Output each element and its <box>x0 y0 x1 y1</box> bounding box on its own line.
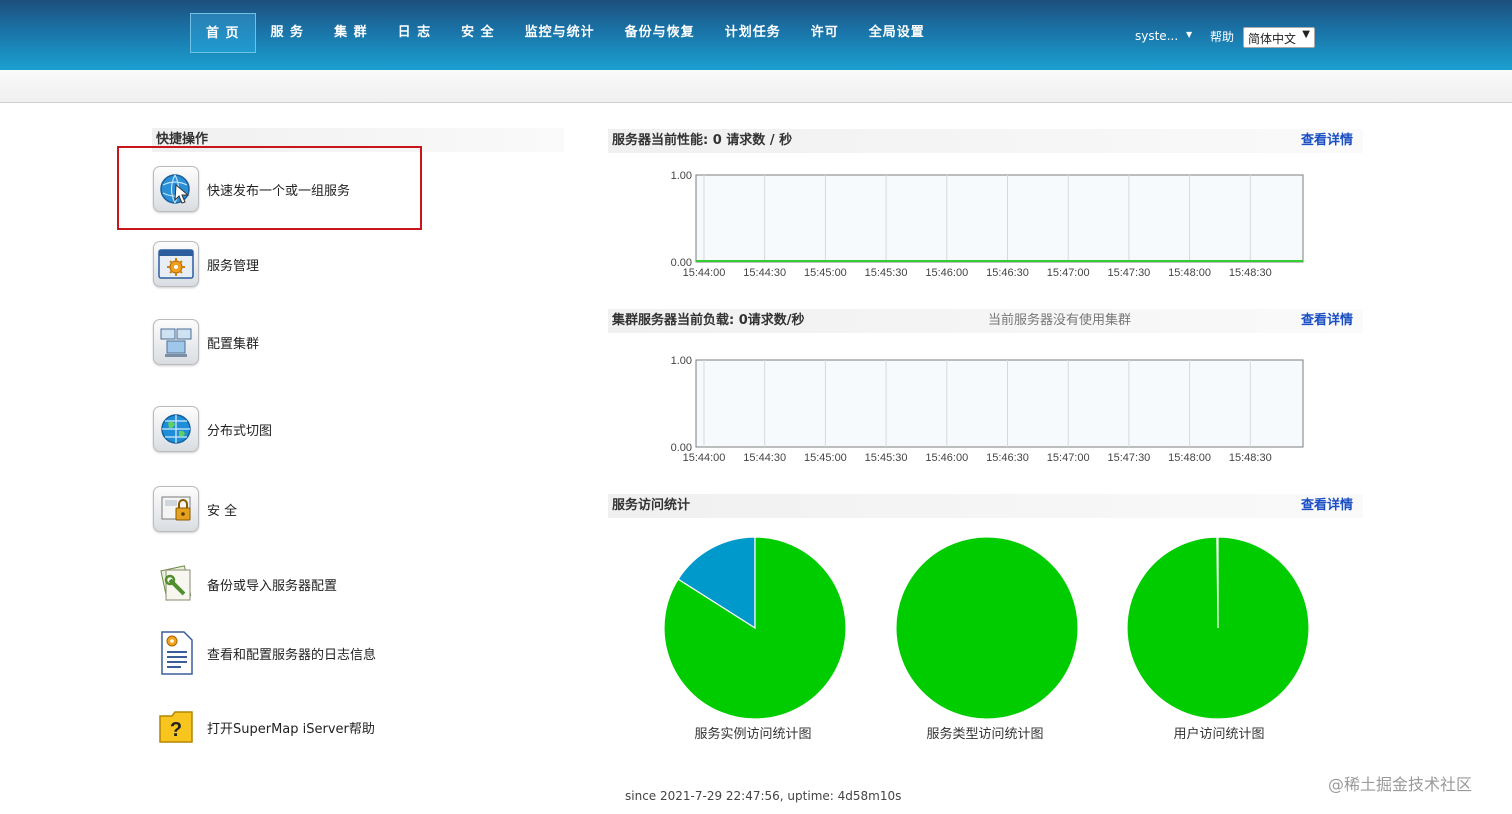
lock-security-icon <box>153 486 199 532</box>
x-tick-label: 15:44:30 <box>743 267 786 279</box>
nav-home[interactable]: 首 页 <box>190 13 256 53</box>
x-tick-label: 15:46:00 <box>925 267 968 279</box>
quick-item-label: 打开SuperMap iServer帮助 <box>207 721 375 737</box>
language-select[interactable]: 简体中文 ▼ <box>1243 27 1315 48</box>
cluster-status-note: 当前服务器没有使用集群 <box>988 313 1132 328</box>
help-link[interactable]: 帮助 <box>1210 28 1234 45</box>
x-tick-label: 15:47:30 <box>1107 452 1150 464</box>
nav-backup[interactable]: 备份与恢复 <box>610 13 710 53</box>
quick-distributed-tiling[interactable]: 分布式切图 <box>153 406 272 452</box>
quick-item-label: 分布式切图 <box>207 423 273 439</box>
x-tick-label: 15:45:00 <box>804 267 847 279</box>
watermark: @稀土掘金技术社区 <box>1328 775 1473 794</box>
service-instance-pie-label: 服务实例访问统计图 <box>694 727 812 742</box>
service-stats-header: 服务访问统计 查看详情 <box>608 494 1363 518</box>
language-value: 简体中文 <box>1248 32 1297 46</box>
quick-backup-config[interactable]: 备份或导入服务器配置 <box>153 561 337 607</box>
x-tick-label: 15:48:00 <box>1168 452 1211 464</box>
quick-item-label: 备份或导入服务器配置 <box>207 578 338 594</box>
svg-text:?: ? <box>170 719 182 741</box>
pie-slice <box>1126 536 1310 720</box>
nav-monitoring[interactable]: 监控与统计 <box>510 13 610 53</box>
quick-view-logs[interactable]: 查看和配置服务器的日志信息 <box>153 630 376 676</box>
nav-services[interactable]: 服 务 <box>256 13 320 53</box>
x-tick-label: 15:48:30 <box>1229 452 1272 464</box>
service-instance-pie <box>663 535 847 721</box>
cluster-load-title: 集群服务器当前负载: 0请求数/秒 <box>612 313 805 328</box>
quick-service-management[interactable]: 服务管理 <box>153 241 259 287</box>
x-tick-label: 15:47:30 <box>1107 267 1150 279</box>
quick-item-label: 查看和配置服务器的日志信息 <box>207 647 377 663</box>
quick-item-label: 服务管理 <box>207 258 260 274</box>
nav-security[interactable]: 安 全 <box>446 13 510 53</box>
x-tick-label: 15:45:30 <box>865 267 908 279</box>
quick-security[interactable]: 安 全 <box>153 486 237 532</box>
sub-header-bar <box>0 70 1512 103</box>
globe-publish-icon <box>153 166 199 212</box>
service-gear-icon <box>153 241 199 287</box>
cluster-details-link[interactable]: 查看详情 <box>1301 309 1353 333</box>
log-document-icon <box>153 630 199 676</box>
service-stats-details-link[interactable]: 查看详情 <box>1301 494 1353 518</box>
quick-item-label: 配置集群 <box>207 336 260 352</box>
user-access-pie <box>1126 535 1310 721</box>
y-tick-label: 1.00 <box>671 355 692 367</box>
performance-chart: 15:44:00 15:44:30 15:45:00 15:45:30 15:46:00… <box>608 165 1328 285</box>
x-tick-label: 15:48:00 <box>1168 267 1211 279</box>
x-tick-label: 15:45:30 <box>865 452 908 464</box>
performance-title: 服务器当前性能: 0 请求数 / 秒 <box>612 133 793 148</box>
plot-area <box>695 359 1304 448</box>
x-tick-label: 15:46:00 <box>925 452 968 464</box>
cluster-computers-icon <box>153 319 199 365</box>
nav-license[interactable]: 许可 <box>796 13 854 53</box>
quick-item-label: 快速发布一个或一组服务 <box>207 183 351 199</box>
x-tick-label: 15:46:30 <box>986 452 1029 464</box>
quick-item-label: 安 全 <box>207 503 238 519</box>
x-tick-label: 15:47:00 <box>1047 452 1090 464</box>
top-navigation-bar: 首 页 服 务 集 群 日 志 安 全 监控与统计 备份与恢复 计划任务 许可 … <box>0 0 1512 70</box>
performance-header: 服务器当前性能: 0 请求数 / 秒 查看详情 <box>608 129 1363 153</box>
service-stats-title: 服务访问统计 <box>612 498 691 513</box>
x-tick-label: 15:47:00 <box>1047 267 1090 279</box>
cluster-load-header: 集群服务器当前负载: 0请求数/秒 当前服务器没有使用集群 查看详情 <box>608 309 1363 333</box>
backup-tools-icon <box>153 561 199 607</box>
uptime-footer: since 2021-7-29 22:47:56, uptime: 4d58m1… <box>625 789 902 803</box>
cluster-load-chart: 15:44:00 15:44:30 15:45:00 15:45:30 15:46:00… <box>608 350 1328 470</box>
service-type-pie-label: 服务类型访问统计图 <box>926 727 1044 742</box>
globe-tiles-icon <box>153 406 199 452</box>
x-tick-label: 15:44:30 <box>743 452 786 464</box>
x-tick-label: 15:48:30 <box>1229 267 1272 279</box>
caret-down-icon[interactable]: ▼ <box>1186 30 1192 39</box>
quick-configure-cluster[interactable]: 配置集群 <box>153 319 259 365</box>
x-tick-label: 15:45:00 <box>804 452 847 464</box>
plot-area <box>695 174 1304 263</box>
performance-details-link[interactable]: 查看详情 <box>1301 129 1353 153</box>
quick-publish-service[interactable]: 快速发布一个或一组服务 <box>153 166 350 212</box>
nav-scheduled-tasks[interactable]: 计划任务 <box>710 13 796 53</box>
user-access-pie-label: 用户访问统计图 <box>1173 727 1265 742</box>
x-tick-label: 15:46:30 <box>986 267 1029 279</box>
nav-global-settings[interactable]: 全局设置 <box>854 13 940 53</box>
dropdown-arrow-icon: ▼ <box>1302 29 1310 40</box>
service-type-pie <box>895 535 1079 721</box>
pie-slice <box>895 536 1079 720</box>
y-tick-label: 0.00 <box>671 442 692 454</box>
help-question-icon: ? <box>153 704 199 750</box>
y-tick-label: 0.00 <box>671 257 692 269</box>
main-nav: 首 页 服 务 集 群 日 志 安 全 监控与统计 备份与恢复 计划任务 许可 … <box>190 13 940 53</box>
nav-cluster[interactable]: 集 群 <box>319 13 383 53</box>
user-menu[interactable]: syste... <box>1135 29 1178 43</box>
y-tick-label: 1.00 <box>671 170 692 182</box>
nav-logs[interactable]: 日 志 <box>383 13 447 53</box>
quick-open-help[interactable]: ? 打开SuperMap iServer帮助 <box>153 704 375 750</box>
